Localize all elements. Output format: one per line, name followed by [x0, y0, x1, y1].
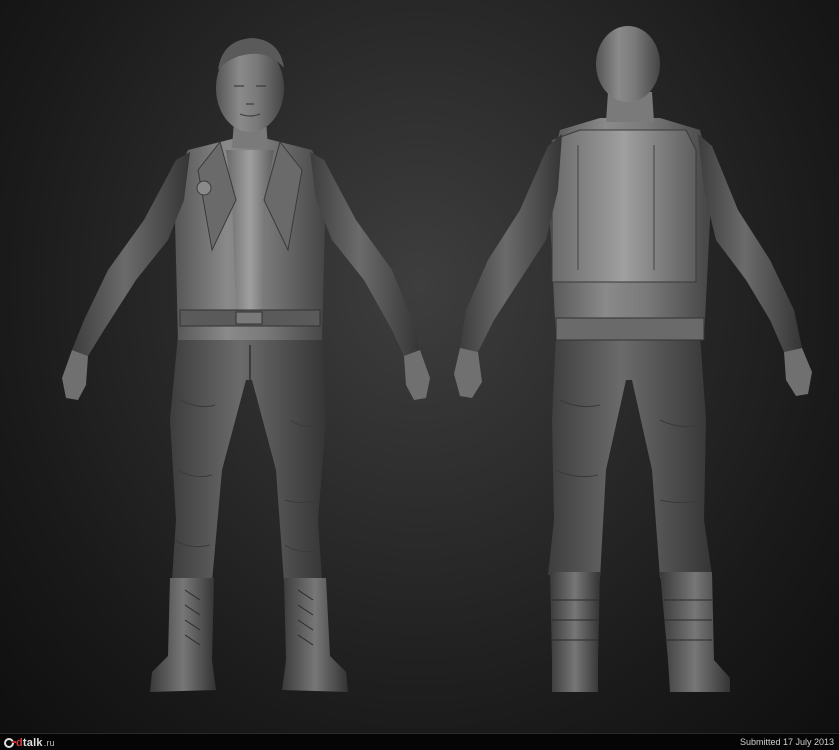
back-left-arm [460, 134, 562, 352]
back-head [596, 26, 660, 102]
character-render [62, 26, 812, 692]
front-right-arm [310, 152, 420, 356]
back-right-hand [784, 348, 812, 396]
logo-domain: .ru [43, 737, 55, 748]
back-left-hand [454, 348, 482, 398]
front-left-boot [150, 578, 216, 692]
render-canvas: d talk .ru Submitted 17 July 2013 [0, 0, 839, 750]
back-panel [551, 129, 697, 283]
logo-mark-icon [4, 737, 16, 748]
logo-accent: d [16, 736, 23, 749]
front-left-arm [72, 152, 190, 356]
site-logo[interactable]: d talk .ru [4, 735, 55, 750]
front-right-hand [404, 350, 430, 400]
front-right-boot [282, 578, 348, 692]
footer-bar: d talk .ru Submitted 17 July 2013 [0, 733, 839, 750]
back-pants [548, 335, 712, 578]
front-left-hand [62, 350, 88, 400]
front-pants [170, 335, 326, 582]
back-left-boot [550, 572, 600, 692]
back-view-figure [454, 26, 812, 692]
back-right-arm [698, 134, 802, 352]
front-view-figure [62, 38, 430, 692]
submitted-date: Submitted 17 July 2013 [739, 737, 834, 747]
logo-main: talk [22, 736, 43, 749]
back-right-boot [660, 572, 730, 692]
